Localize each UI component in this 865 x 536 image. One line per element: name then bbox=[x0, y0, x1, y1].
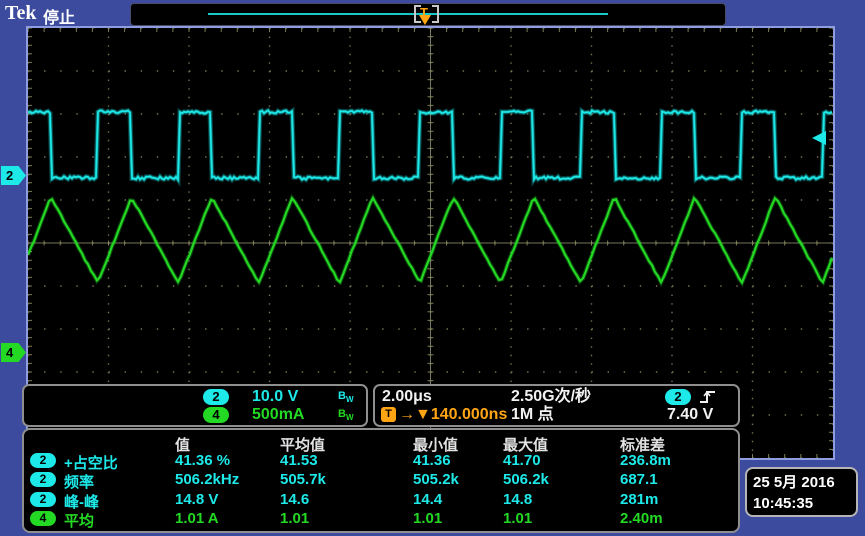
ch4-scale: 500mA bbox=[252, 406, 304, 424]
measurement-row: 2 频率 506.2kHz 505.7k 505.2k 506.2k 687.1 bbox=[24, 471, 738, 489]
ch4-ground-marker[interactable]: 4 bbox=[1, 343, 26, 362]
measurement-value: 281m bbox=[620, 491, 658, 508]
measurement-value: 1.01 bbox=[280, 510, 309, 527]
ch4-badge[interactable]: 4 bbox=[203, 407, 229, 423]
ch4-bandwidth-icon: BW bbox=[338, 408, 354, 422]
time-label: 10:45:35 bbox=[753, 493, 856, 514]
acquisition-status: 停止 bbox=[43, 4, 75, 28]
measurement-value: 14.6 bbox=[280, 491, 309, 508]
measurement-value: 505.7k bbox=[280, 471, 326, 488]
trigger-level-readout: 7.40 V bbox=[667, 406, 713, 424]
trigger-source-badge[interactable]: 2 bbox=[665, 389, 691, 405]
trigger-position-readout: →▼140.000ns bbox=[399, 406, 507, 424]
tek-logo: Tek bbox=[5, 2, 37, 25]
measurement-label: 峰-峰 bbox=[64, 491, 99, 512]
measurement-row: 4 平均 1.01 A 1.01 1.01 1.01 2.40m bbox=[24, 510, 738, 528]
ch2-scale: 10.0 V bbox=[252, 388, 298, 406]
measurement-value: 505.2k bbox=[413, 471, 459, 488]
datetime-box: 25 5月 2016 10:45:35 bbox=[745, 467, 858, 517]
measurement-value: 14.8 bbox=[503, 491, 532, 508]
measurement-row: 2 +占空比 41.36 % 41.53 41.36 41.70 236.8m bbox=[24, 452, 738, 470]
rising-edge-icon bbox=[699, 389, 717, 405]
channel-badge: 2 bbox=[30, 453, 56, 468]
measurement-value: 1.01 bbox=[413, 510, 442, 527]
measurement-label: +占空比 bbox=[64, 452, 118, 473]
sample-rate-readout: 2.50G次/秒 bbox=[511, 388, 591, 406]
channel-scale-box: 2 10.0 V BW 4 500mA BW bbox=[22, 384, 368, 427]
measurement-value: 14.4 bbox=[413, 491, 442, 508]
measurement-value: 41.53 bbox=[280, 452, 318, 469]
channel-badge: 2 bbox=[30, 492, 56, 507]
measurement-value: 14.8 V bbox=[175, 491, 218, 508]
oscilloscope-screen: Tek 停止 T T 2 4 2 10.0 V BW 4 500mA BW 2.… bbox=[0, 0, 865, 536]
measurement-value: 236.8m bbox=[620, 452, 671, 469]
measurement-value: 41.70 bbox=[503, 452, 541, 469]
record-waveform-line bbox=[208, 13, 608, 15]
measurement-value: 506.2kHz bbox=[175, 471, 239, 488]
trigger-position-arrow-icon bbox=[419, 15, 431, 25]
measurement-label: 平均 bbox=[64, 510, 94, 531]
horizontal-trigger-box: 2.00μs 2.50G次/秒 2 T →▼140.000ns 1M 点 7.4… bbox=[373, 384, 740, 427]
measurement-value: 1.01 A bbox=[175, 510, 219, 527]
measurement-value: 41.36 % bbox=[175, 452, 230, 469]
ch2-ground-marker[interactable]: 2 bbox=[1, 166, 26, 185]
record-length-readout: 1M 点 bbox=[511, 406, 554, 424]
date-label: 25 5月 2016 bbox=[753, 472, 856, 493]
trigger-level-arrow-icon[interactable] bbox=[812, 131, 826, 145]
measurement-value: 1.01 bbox=[503, 510, 532, 527]
channel-badge: 4 bbox=[30, 511, 56, 526]
measurement-value: 41.36 bbox=[413, 452, 451, 469]
trigger-t-badge: T bbox=[381, 407, 396, 422]
ch2-badge[interactable]: 2 bbox=[203, 389, 229, 405]
channel-badge: 2 bbox=[30, 472, 56, 487]
measurement-value: 2.40m bbox=[620, 510, 663, 527]
record-bracket-right bbox=[432, 5, 439, 23]
timebase-readout: 2.00μs bbox=[382, 388, 432, 406]
measurement-value: 687.1 bbox=[620, 471, 658, 488]
ch2-bandwidth-icon: BW bbox=[338, 390, 354, 404]
measurement-table: 值平均值最小值最大值标准差 2+占空比41.36 %41.5341.3641.7… bbox=[22, 428, 740, 533]
measurement-value: 506.2k bbox=[503, 471, 549, 488]
measurement-row: 2 峰-峰 14.8 V 14.6 14.4 14.8 281m bbox=[24, 491, 738, 509]
measurement-label: 频率 bbox=[64, 471, 94, 492]
